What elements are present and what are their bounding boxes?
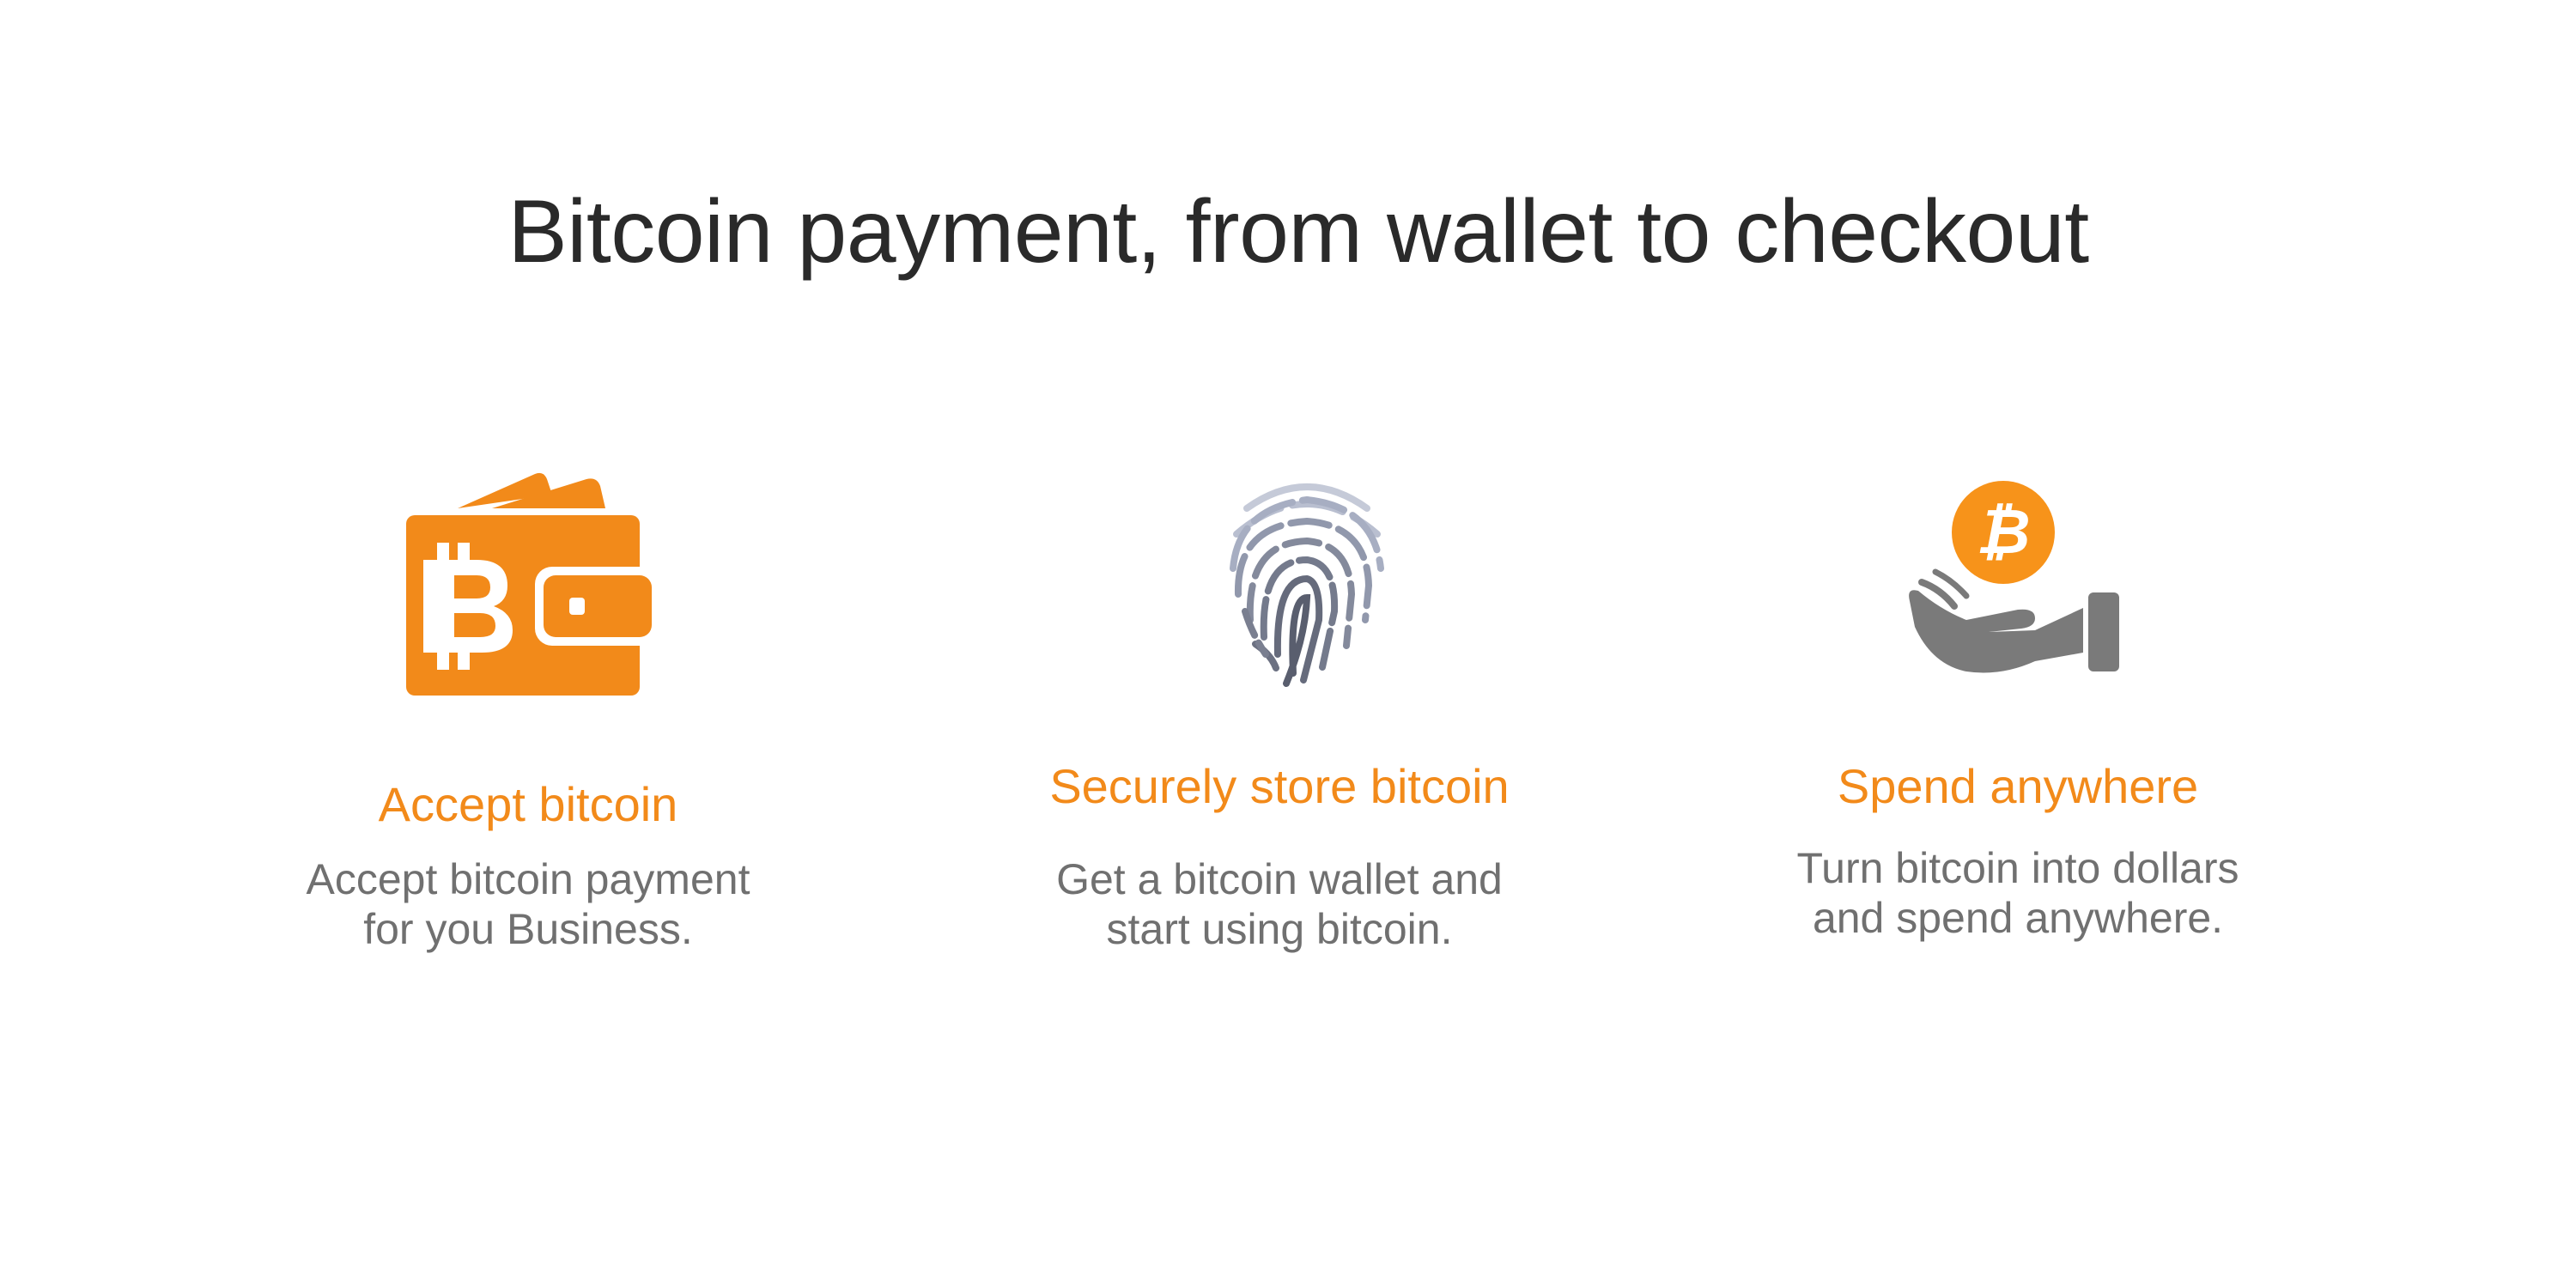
feature-heading: Accept bitcoin	[378, 777, 678, 831]
feature-description: Get a bitcoin wallet and start using bit…	[979, 854, 1580, 954]
feature-description: Turn bitcoin into dollars and spend anyw…	[1717, 843, 2318, 943]
fingerprint-icon	[1221, 474, 1393, 689]
feature-description-line: Turn bitcoin into dollars	[1796, 844, 2239, 892]
page-title: Bitcoin payment, from wallet to checkout	[507, 182, 2089, 282]
feature-description: Accept bitcoin payment for you Business.	[228, 854, 829, 954]
hand-bitcoin-icon: ₿	[1906, 481, 2129, 678]
feature-description-line: for you Business.	[363, 905, 693, 953]
feature-heading: Spend anywhere	[1837, 759, 2199, 813]
feature-description-line: and spend anywhere.	[1812, 894, 2224, 942]
svg-text:₿: ₿	[1976, 498, 2030, 567]
feature-heading: Securely store bitcoin	[1049, 759, 1510, 813]
feature-description-line: Accept bitcoin payment	[306, 855, 750, 903]
page: Bitcoin payment, from wallet to checkout	[0, 0, 2576, 1288]
bitcoin-wallet-icon	[406, 459, 664, 708]
feature-description-line: Get a bitcoin wallet and	[1056, 855, 1503, 903]
feature-description-line: start using bitcoin.	[1106, 905, 1453, 953]
